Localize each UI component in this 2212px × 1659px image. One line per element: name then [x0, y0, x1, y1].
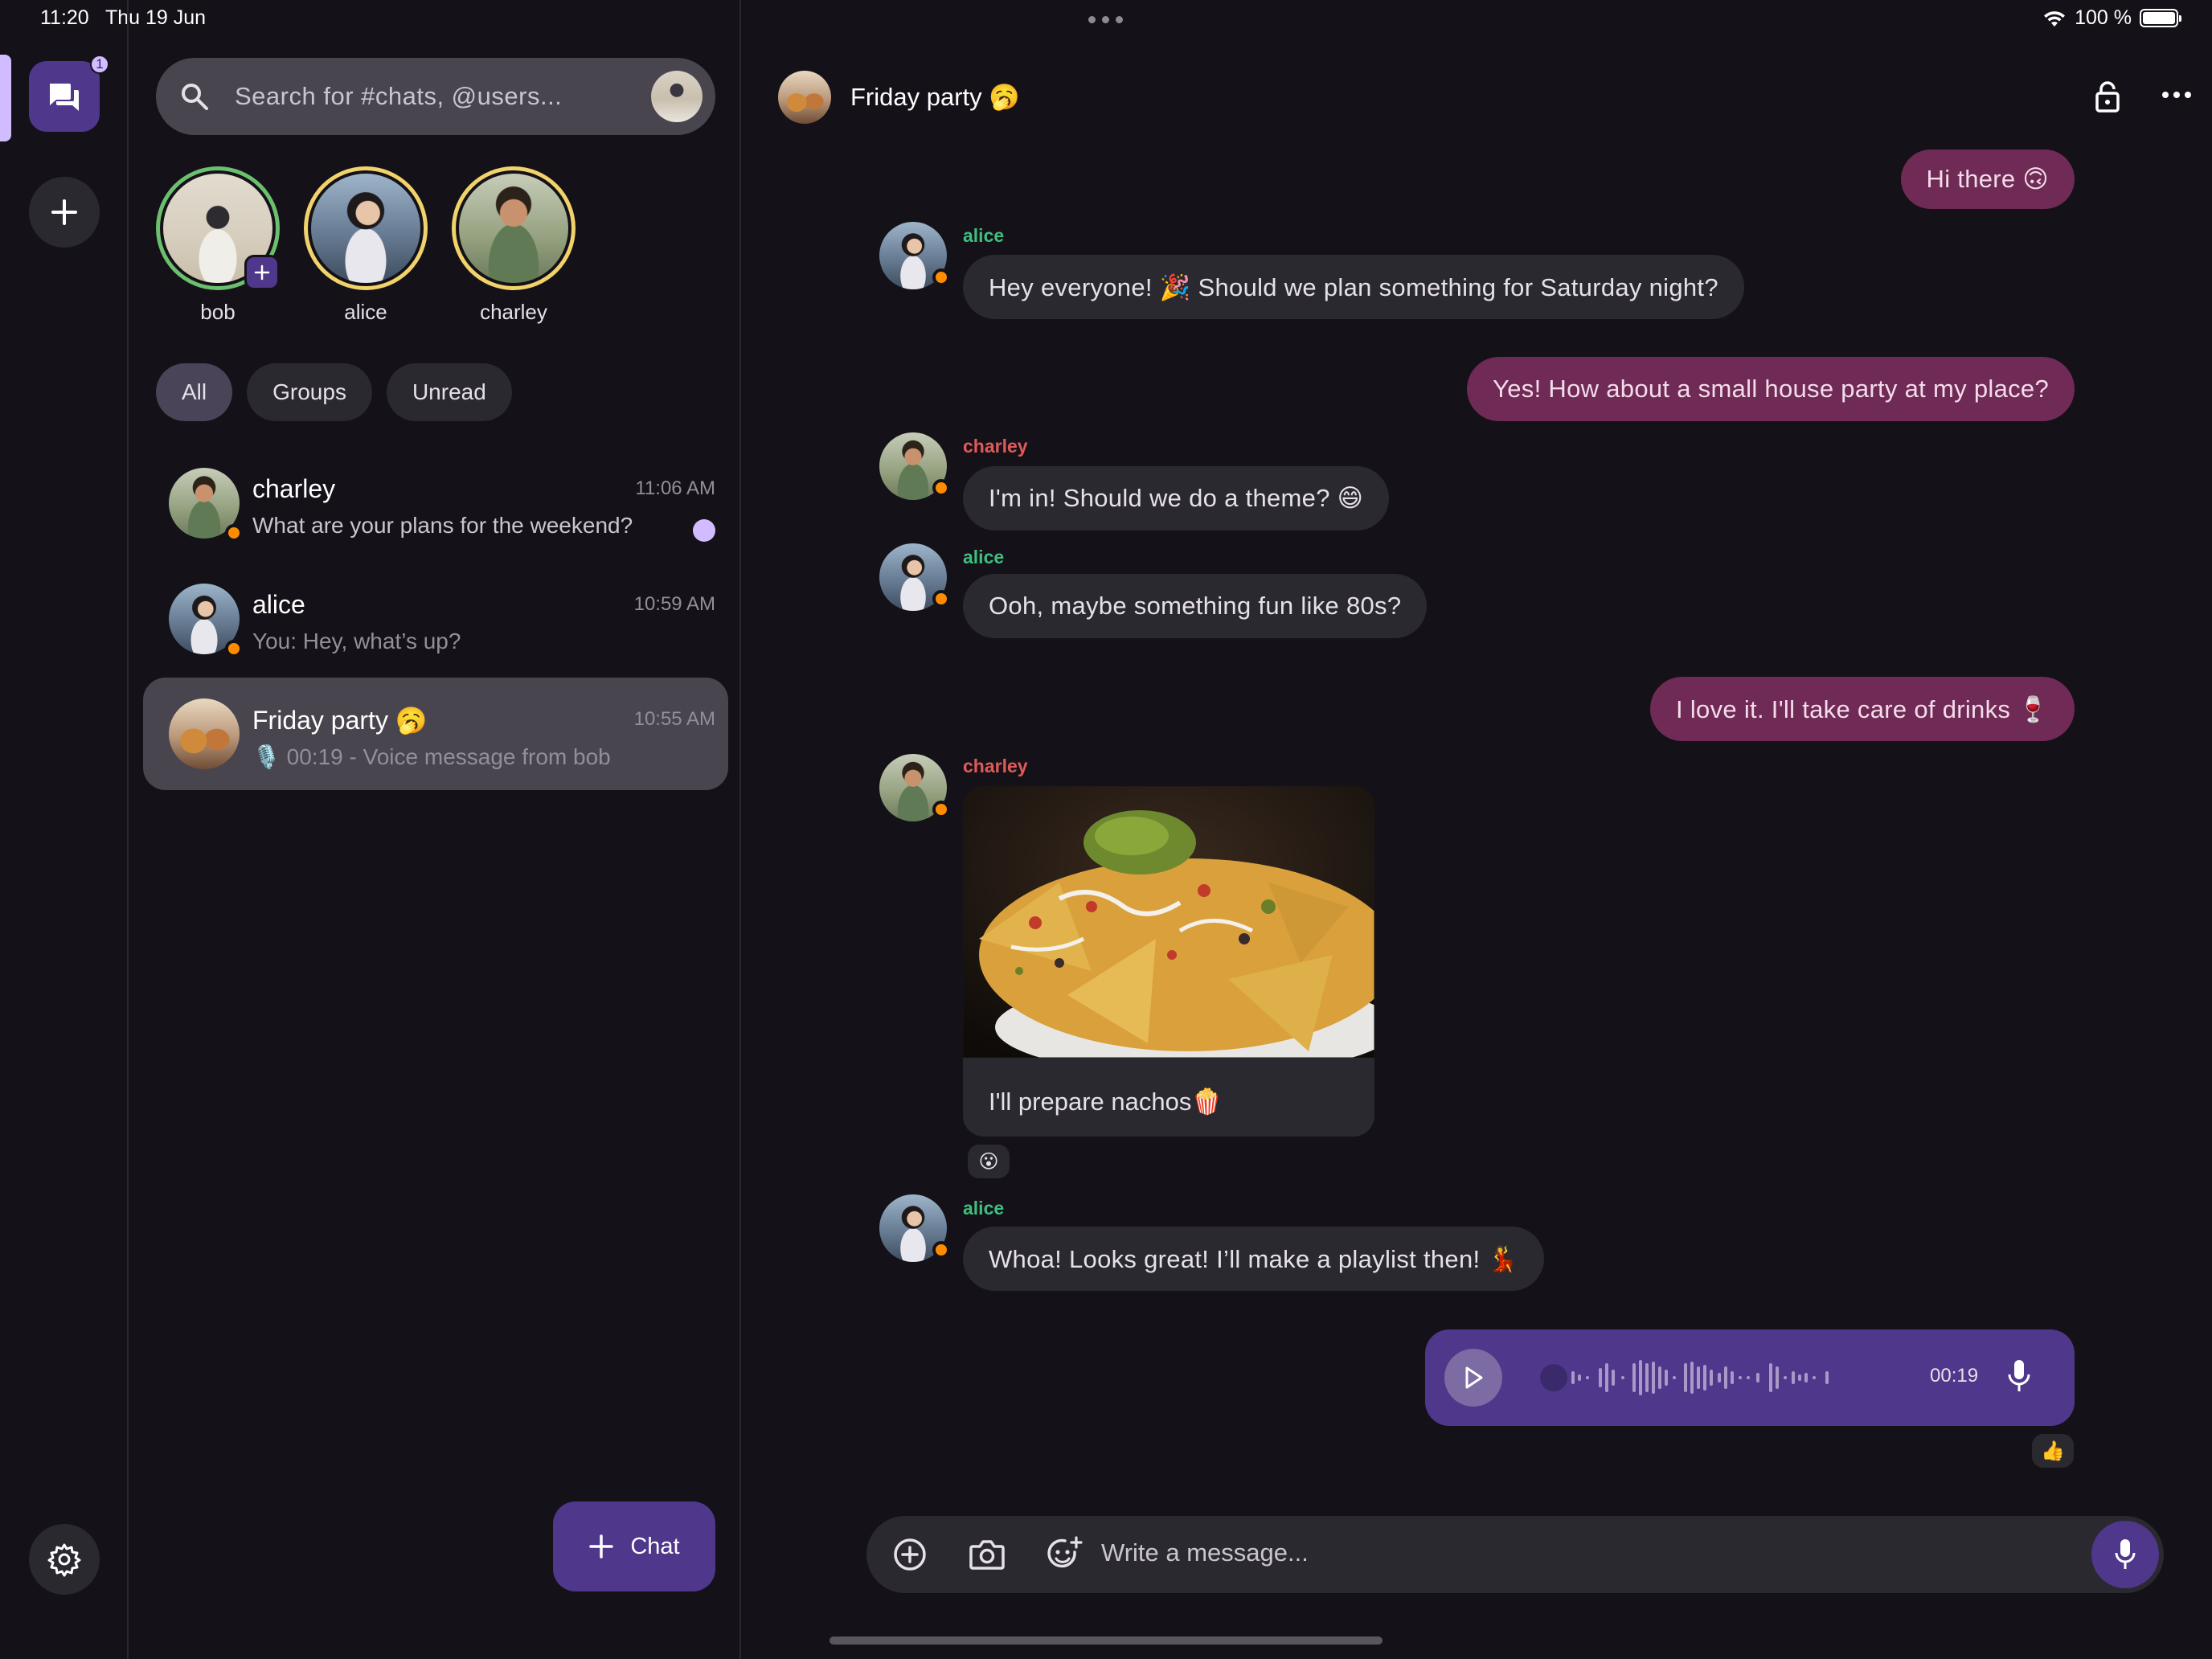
message-reaction[interactable]: 👍 — [2032, 1434, 2074, 1468]
add-story-button[interactable] — [244, 255, 280, 290]
chat-preview: You: Hey, what’s up? — [252, 629, 461, 653]
story-bob[interactable]: bob — [156, 166, 280, 325]
avatar — [456, 170, 571, 286]
story-name: alice — [344, 300, 387, 324]
unread-indicator — [693, 519, 715, 542]
rail-active-indicator — [0, 55, 11, 141]
sender-name: charley — [963, 756, 1028, 776]
story-name: charley — [480, 300, 547, 324]
sender-name: alice — [963, 547, 1005, 567]
chat-item-friday-party[interactable]: Friday party 🥱 10:55 AM 🎙️ 00:19 - Voice… — [143, 678, 728, 790]
add-circle-icon[interactable] — [891, 1535, 929, 1574]
record-voice-button[interactable] — [2091, 1521, 2159, 1588]
play-icon — [1465, 1366, 1483, 1389]
home-indicator[interactable] — [830, 1636, 1382, 1645]
online-indicator — [932, 268, 950, 286]
voice-duration: 00:19 — [1930, 1365, 1979, 1387]
chat-name: alice — [252, 590, 305, 619]
search-bar[interactable]: Search for #chats, @users... — [156, 58, 715, 135]
avatar[interactable] — [879, 1194, 950, 1262]
new-chat-label: Chat — [630, 1533, 680, 1559]
voice-message[interactable]: 00:19 — [1425, 1329, 2075, 1426]
nachos-photo[interactable] — [963, 786, 1374, 1075]
chats-nav-button[interactable] — [29, 61, 100, 132]
emoji-add-icon[interactable] — [1045, 1535, 1083, 1574]
message-reaction[interactable]: 😮 — [968, 1145, 1010, 1178]
chat-item-alice[interactable]: alice 10:59 AM You: Hey, what’s up? — [143, 563, 728, 675]
chat-time: 11:06 AM — [635, 477, 715, 499]
group-avatar — [169, 698, 240, 769]
avatar[interactable] — [879, 432, 950, 500]
chat-time: 10:59 AM — [633, 593, 715, 615]
avatar[interactable] — [879, 543, 950, 611]
online-indicator — [225, 640, 243, 657]
image-message[interactable]: I'll prepare nachos🍿 — [963, 786, 1374, 1137]
chat-item-charley[interactable]: charley 11:06 AM What are your plans for… — [143, 447, 728, 559]
message-incoming[interactable]: Ooh, maybe something fun like 80s? — [963, 574, 1428, 638]
plus-icon — [254, 264, 270, 281]
message-incoming[interactable]: Whoa! Looks great! I’ll make a playlist … — [963, 1227, 1545, 1291]
filter-chip-all[interactable]: All — [156, 363, 233, 421]
chat-name: charley — [252, 474, 336, 503]
add-button[interactable] — [29, 177, 100, 248]
story-ring — [304, 166, 428, 290]
conversation-view: Friday party 🥱 Hi there 🙃 alice Hey ever… — [743, 0, 2212, 1659]
gear-icon — [47, 1543, 81, 1577]
story-name: bob — [200, 300, 236, 324]
online-indicator — [932, 479, 950, 497]
story-ring — [156, 166, 280, 290]
message-outgoing[interactable]: Yes! How about a small house party at my… — [1467, 357, 2075, 421]
avatar[interactable] — [879, 222, 950, 289]
lock-icon[interactable] — [2091, 79, 2124, 118]
camera-icon[interactable] — [968, 1535, 1006, 1574]
story-ring — [452, 166, 576, 290]
navigation-rail: 1 — [0, 0, 129, 1659]
waveform-icon[interactable] — [1538, 1354, 1891, 1402]
story-charley[interactable]: charley — [452, 166, 576, 325]
forum-icon — [50, 84, 79, 111]
chat-preview: 🎙️ 00:19 - Voice message from bob — [252, 744, 611, 769]
chats-unread-badge: 1 — [90, 55, 109, 74]
sender-name: alice — [963, 1198, 1005, 1219]
play-button[interactable] — [1444, 1349, 1502, 1407]
message-incoming[interactable]: I'm in! Should we do a theme? 😄 — [963, 466, 1390, 530]
filter-chip-groups[interactable]: Groups — [247, 363, 372, 421]
message-input[interactable]: Write a message... — [1101, 1538, 1309, 1567]
avatar — [308, 170, 424, 286]
image-caption: I'll prepare nachos🍿 — [989, 1088, 1223, 1116]
online-indicator — [932, 801, 950, 818]
conversation-title[interactable]: Friday party 🥱 — [850, 82, 1020, 112]
mic-icon — [2007, 1358, 2031, 1398]
online-indicator — [932, 1241, 950, 1259]
conversation-header: Friday party 🥱 — [743, 48, 2212, 146]
plus-icon — [51, 199, 77, 225]
filter-chips: All Groups Unread — [156, 363, 512, 421]
new-chat-button[interactable]: Chat — [553, 1501, 715, 1591]
chat-name: Friday party 🥱 — [252, 706, 428, 735]
chat-time: 10:55 AM — [633, 708, 715, 730]
message-composer: Write a message... — [866, 1516, 2164, 1593]
online-indicator — [225, 524, 243, 542]
profile-avatar[interactable] — [651, 71, 703, 122]
chat-preview: What are your plans for the weekend? — [252, 513, 633, 538]
online-indicator — [932, 590, 950, 608]
message-outgoing[interactable]: I love it. I'll take care of drinks 🍷 — [1650, 677, 2075, 741]
filter-chip-unread[interactable]: Unread — [386, 363, 512, 421]
plus-icon — [589, 1534, 614, 1559]
message-incoming[interactable]: Hey everyone! 🎉 Should we plan something… — [963, 255, 1744, 319]
sender-name: charley — [963, 436, 1028, 457]
sender-name: alice — [963, 225, 1005, 246]
mic-icon — [2115, 1539, 2136, 1569]
chat-list-panel: Search for #chats, @users... bob alice c… — [130, 0, 741, 1659]
story-alice[interactable]: alice — [304, 166, 428, 325]
search-icon — [177, 79, 212, 114]
settings-button[interactable] — [29, 1524, 100, 1595]
more-options-icon[interactable] — [2161, 79, 2193, 115]
message-outgoing[interactable]: Hi there 🙃 — [1900, 150, 2075, 209]
group-avatar[interactable] — [778, 71, 831, 124]
avatar[interactable] — [879, 754, 950, 821]
search-input[interactable]: Search for #chats, @users... — [235, 82, 562, 111]
